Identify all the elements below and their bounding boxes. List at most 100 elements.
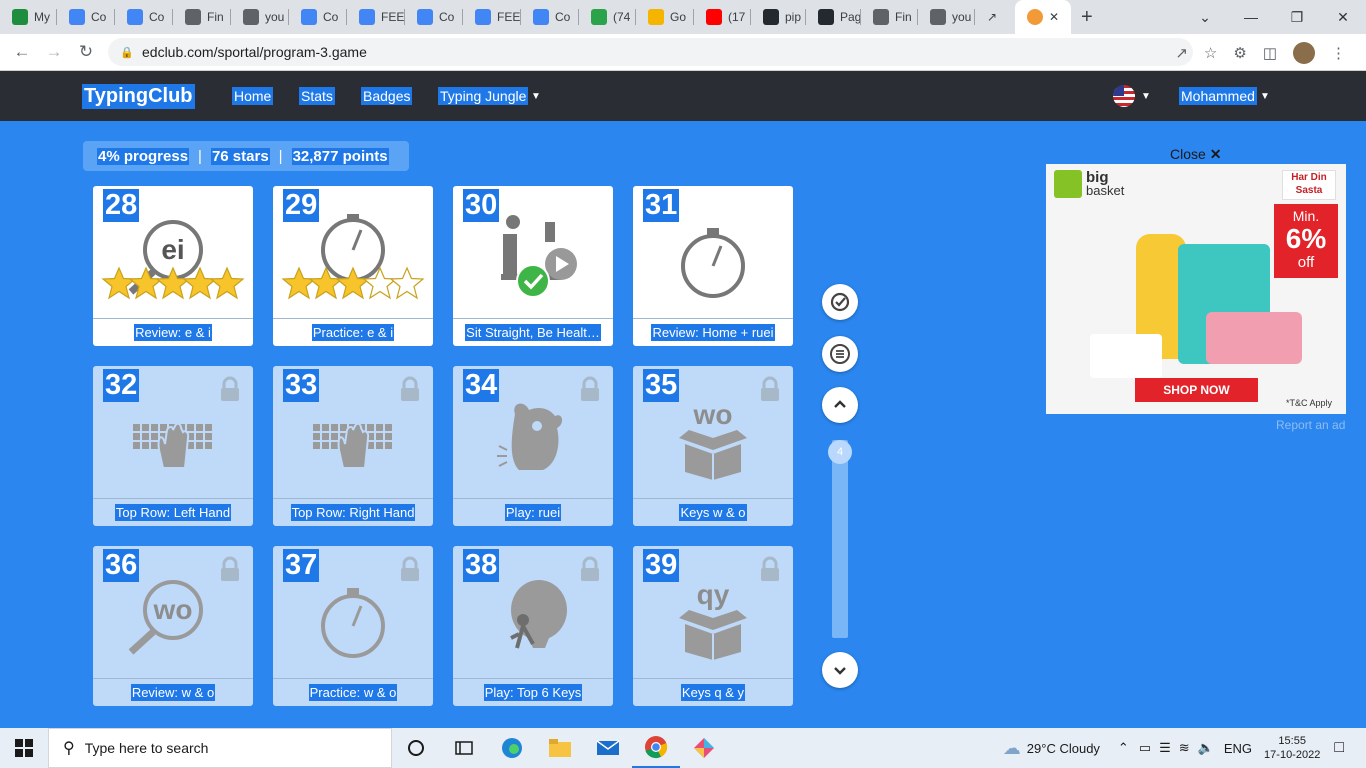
- lesson-card[interactable]: wo 36 Review: w & o: [93, 546, 253, 706]
- lesson-card[interactable]: 37 Practice: w & o: [273, 546, 433, 706]
- scroll-down-button[interactable]: [822, 652, 858, 688]
- lock-icon: [399, 376, 421, 407]
- tab-favicon-icon: [127, 9, 143, 25]
- browser-tab[interactable]: you: [231, 0, 289, 34]
- nav-stats[interactable]: Stats: [299, 87, 335, 105]
- file-explorer-icon[interactable]: [536, 728, 584, 768]
- lesson-card[interactable]: 34 Play: ruei: [453, 366, 613, 526]
- browser-tab[interactable]: (74: [579, 0, 636, 34]
- us-flag-icon[interactable]: [1113, 85, 1135, 107]
- network-icon[interactable]: ☰: [1159, 740, 1171, 756]
- lesson-title: Sit Straight, Be Healt…: [453, 318, 613, 346]
- tab-title: Co: [91, 10, 107, 24]
- tab-search-icon[interactable]: ⌄: [1182, 0, 1228, 34]
- restore-button[interactable]: ❐: [1274, 0, 1320, 34]
- nav-badges[interactable]: Badges: [361, 87, 413, 105]
- profile-avatar[interactable]: [1293, 41, 1315, 64]
- tab-title: Fin: [895, 10, 912, 24]
- browser-tab[interactable]: Fin: [861, 0, 918, 34]
- browser-tab[interactable]: Fin: [173, 0, 231, 34]
- meet-icon[interactable]: ▭: [1139, 740, 1151, 756]
- level-scroll-knob[interactable]: 4: [828, 440, 852, 464]
- browser-tab[interactable]: My: [0, 0, 57, 34]
- site-logo[interactable]: TypingClub: [82, 84, 195, 109]
- share-icon[interactable]: ↗: [1175, 44, 1188, 62]
- level-scroll-track[interactable]: [832, 440, 848, 638]
- ad-close-button[interactable]: Close ✕: [1170, 146, 1221, 163]
- forward-button[interactable]: →: [38, 36, 70, 68]
- tab-favicon-icon: [301, 9, 317, 25]
- keyboard-hand-icon: [93, 394, 253, 498]
- lesson-card[interactable]: wo 35 Keys w & o: [633, 366, 793, 526]
- nav-typing-jungle[interactable]: Typing Jungle: [438, 87, 529, 105]
- check-progress-button[interactable]: [822, 284, 858, 320]
- chevron-up-icon[interactable]: ⌃: [1118, 740, 1129, 756]
- browser-tab[interactable]: Co: [115, 0, 173, 34]
- edge-browser-icon[interactable]: [488, 728, 536, 768]
- volume-icon[interactable]: 🔈: [1198, 740, 1214, 756]
- browser-tab[interactable]: (17: [694, 0, 751, 34]
- browser-tab[interactable]: Co: [289, 0, 347, 34]
- lesson-card[interactable]: 33 Top Row: Right Hand: [273, 366, 433, 526]
- address-bar[interactable]: 🔒 edclub.com/sportal/program-3.game: [108, 38, 1193, 66]
- lesson-number: 38: [463, 549, 500, 582]
- browser-tab[interactable]: you: [918, 0, 975, 34]
- rocket-extension-icon[interactable]: ↗: [975, 0, 1015, 34]
- language-indicator[interactable]: ENG: [1224, 741, 1252, 756]
- lesson-card[interactable]: 32 Top Row: Left Hand: [93, 366, 253, 526]
- tab-title: Pag: [840, 10, 861, 24]
- scroll-up-button[interactable]: [822, 387, 858, 423]
- lesson-card[interactable]: 30 Sit Straight, Be Healt…: [453, 186, 613, 346]
- chevron-up-icon: [834, 400, 846, 408]
- ad-shop-now-button[interactable]: SHOP NOW: [1135, 378, 1258, 402]
- chrome-icon[interactable]: [632, 728, 680, 768]
- bookmark-star-icon[interactable]: ☆: [1204, 44, 1217, 62]
- close-window-button[interactable]: ✕: [1320, 0, 1366, 34]
- user-menu[interactable]: Mohammed: [1179, 87, 1257, 105]
- close-tab-icon[interactable]: ✕: [1049, 10, 1059, 24]
- advertisement[interactable]: big basket Har Din Sasta Min. 6% off SHO…: [1046, 164, 1346, 414]
- extensions-icon[interactable]: ⚙: [1233, 44, 1246, 62]
- lesson-card[interactable]: ei 28 Review: e & i: [93, 186, 253, 346]
- report-ad-link[interactable]: Report an ad: [1276, 418, 1345, 432]
- wifi-icon[interactable]: ≋: [1179, 740, 1190, 756]
- lesson-title: Practice: w & o: [273, 678, 433, 706]
- notification-icon[interactable]: □: [1334, 739, 1344, 757]
- active-tab[interactable]: ✕: [1015, 0, 1071, 34]
- app-icon[interactable]: [680, 728, 728, 768]
- lesson-number: 35: [643, 369, 680, 402]
- browser-tab[interactable]: FEE: [347, 0, 405, 34]
- browser-tab[interactable]: Co: [57, 0, 115, 34]
- browser-tab[interactable]: Co: [405, 0, 463, 34]
- lesson-title: Keys w & o: [633, 498, 793, 526]
- browser-tab[interactable]: pip: [751, 0, 806, 34]
- cortana-icon[interactable]: [392, 728, 440, 768]
- windows-taskbar: ⚲ Type here to search ☁ 29°C Cloudy ⌃ ▭ …: [0, 728, 1366, 768]
- nav-home[interactable]: Home: [232, 87, 274, 105]
- lesson-card[interactable]: 29 Practice: e & i: [273, 186, 433, 346]
- svg-text:wo: wo: [693, 399, 733, 430]
- new-tab-button[interactable]: +: [1081, 6, 1093, 29]
- taskbar-search[interactable]: ⚲ Type here to search: [48, 728, 392, 768]
- browser-tab[interactable]: FEE: [463, 0, 521, 34]
- site-header: TypingClub Home Stats Badges Typing Jung…: [0, 71, 1366, 121]
- stopwatch-icon: [273, 574, 433, 678]
- mail-icon[interactable]: [584, 728, 632, 768]
- back-button[interactable]: ←: [6, 36, 38, 68]
- lesson-card[interactable]: qy 39 Keys q & y: [633, 546, 793, 706]
- start-button[interactable]: [0, 728, 48, 768]
- menu-dots-icon[interactable]: ⋮: [1331, 44, 1346, 62]
- side-panel-icon[interactable]: ◫: [1263, 44, 1277, 62]
- weather-text[interactable]: 29°C Cloudy: [1027, 741, 1100, 756]
- menu-button[interactable]: [822, 336, 858, 372]
- minimize-button[interactable]: —: [1228, 0, 1274, 34]
- browser-tab[interactable]: Go: [636, 0, 694, 34]
- browser-tab[interactable]: Co: [521, 0, 579, 34]
- lesson-card[interactable]: 38 Play: Top 6 Keys: [453, 546, 613, 706]
- clock[interactable]: 15:55 17-10-2022: [1264, 734, 1320, 762]
- reload-button[interactable]: ↻: [70, 36, 102, 68]
- browser-tab[interactable]: Pag: [806, 0, 861, 34]
- task-view-icon[interactable]: [440, 728, 488, 768]
- lesson-card[interactable]: 31 Review: Home + ruei: [633, 186, 793, 346]
- system-tray: ☁ 29°C Cloudy ⌃ ▭ ☰ ≋ 🔈 ENG 15:55 17-10-…: [1003, 728, 1366, 768]
